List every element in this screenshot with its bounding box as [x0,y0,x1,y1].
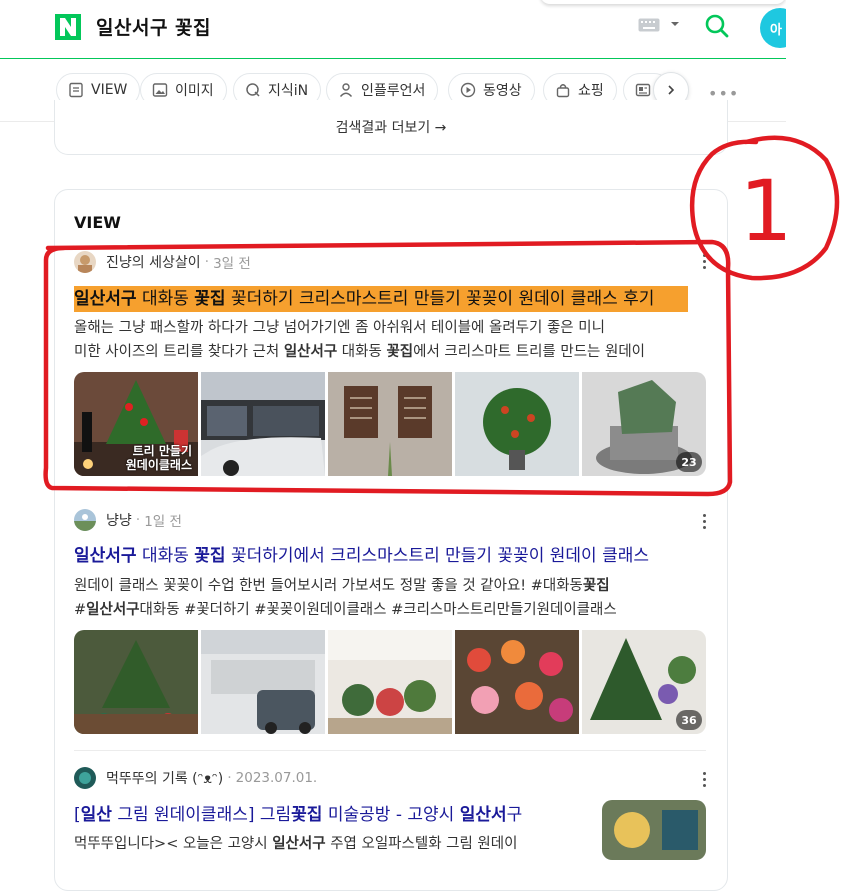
search-icon[interactable] [704,13,730,39]
more-options-icon[interactable] [703,772,707,790]
item-divider [74,750,706,751]
tab-label: 지식iN [268,83,309,99]
thumbnail-image[interactable] [74,630,198,734]
annotation-label: 1 [739,162,792,260]
search-query-text[interactable]: 일산서구 꽃집 [96,13,211,40]
title-keyword: 일산서구 [74,546,137,566]
title-keyword: 꽃집 [194,546,226,566]
image-icon [152,83,168,97]
naver-logo-icon[interactable] [55,14,81,40]
author-avatar[interactable] [74,767,96,789]
tab-label: 인플루언서 [361,83,426,99]
post-title-link[interactable]: [일산 그림 원데이클래스] 그림꽃집 미술공방 - 고양시 일산서구 [74,802,578,828]
tab-label: 쇼핑 [578,83,604,99]
post-title-link[interactable]: 일산서구 대화동 꽃집 꽃더하기에서 크리스마스트리 만들기 꽃꽂이 원데이 클… [74,543,706,569]
more-results-link[interactable]: 검색결과 더보기 → [55,117,727,137]
popup-edge [540,0,786,4]
keyboard-icon[interactable] [638,18,660,32]
thumbnail-strip: 36 [74,630,706,734]
post-date: 1일 전 [144,514,182,530]
chevron-right-icon [668,85,675,95]
thumbnail-image[interactable] [328,630,452,734]
author-name[interactable]: 먹뚜뚜의 기록 (ᵔᴥᵔ) [106,768,223,788]
previous-section-card: 검색결과 더보기 → [54,100,728,155]
post-date: 2023.07.01. [235,770,318,786]
highlight-annotation-box [43,239,733,497]
view-icon [69,82,83,98]
separator-dot: · [227,770,232,786]
author-avatar[interactable] [74,509,96,531]
section-heading: VIEW [74,213,121,232]
more-options-icon[interactable] [703,514,707,532]
qna-icon [246,83,260,97]
chevron-down-icon[interactable] [669,19,681,29]
thumbnail-image[interactable]: 36 [582,630,706,734]
annotation-circle: 1 [689,135,840,281]
news-icon [635,83,651,97]
separator-dot: · [135,512,141,528]
title-text: 꽃더하기에서 크리스마스트리 만들기 꽃꽂이 원데이 클래스 [225,546,650,566]
thumbnail-image[interactable] [201,630,325,734]
tab-label: 이미지 [175,83,214,99]
post-snippet: 원데이 클래스 꽃꽂이 수업 한번 들어보시러 가보셔도 정말 좋을 것 같아요… [74,574,706,622]
snippet-line: #일산서구대화동 #꽃더하기 #꽃꽂이원데이클래스 #크리스마스트리만들기원데이… [74,602,617,618]
title-text: 대화동 [136,546,195,566]
person-icon [339,83,353,97]
snippet-line: 먹뚜뚜입니다>< 오늘은 고양시 일산서구 주엽 오일파스텔화 그림 원데이 [74,836,518,852]
snippet-line: 원데이 클래스 꽃꽂이 수업 한번 들어보시러 가보셔도 정말 좋을 것 같아요… [74,578,610,594]
title-keyword: 일산 [80,805,112,825]
bag-icon [556,84,570,98]
author-row: 냥냥 · 1일 전 [74,508,182,532]
tab-label: VIEW [91,82,128,98]
thumbnail-image[interactable] [455,630,579,734]
post-snippet: 먹뚜뚜입니다>< 오늘은 고양시 일산서구 주엽 오일파스텔화 그림 원데이 [74,832,590,856]
author-name[interactable]: 냥냥 [106,510,132,530]
page-right-margin [786,0,847,848]
title-keyword: 일산서 [459,805,507,825]
thumbnail-image[interactable] [602,800,706,860]
play-icon [460,82,476,98]
photo-count-badge: 36 [676,710,702,730]
tab-label: 동영상 [483,83,522,99]
author-row: 먹뚜뚜의 기록 (ᵔᴥᵔ) · 2023.07.01. [74,766,317,790]
title-keyword: 꽃집 [291,805,323,825]
